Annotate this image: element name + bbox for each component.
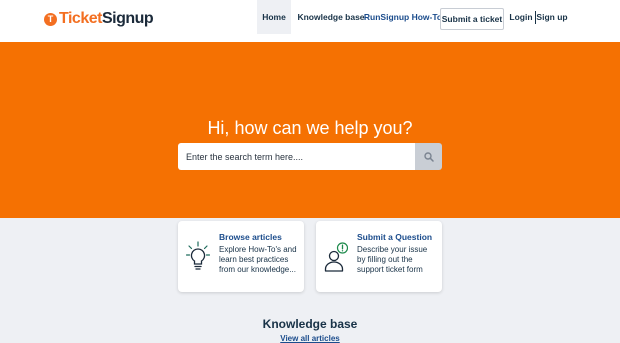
nav-runsignup-howto[interactable]: RunSignup How-To	[364, 0, 442, 34]
nav-knowledge-base[interactable]: Knowledge base	[297, 0, 364, 34]
search-icon	[423, 151, 434, 162]
nav-home[interactable]: Home	[257, 0, 291, 34]
top-navbar: T Ticket Signup Home Knowledge base RunS…	[0, 0, 620, 42]
card-title: Submit a Question	[357, 232, 433, 242]
card-description: Describe your issue by filling out the s…	[357, 245, 428, 274]
signup-link[interactable]: Sign up	[536, 0, 567, 34]
card-title: Browse articles	[219, 232, 282, 242]
search-button[interactable]	[415, 143, 442, 170]
view-all-articles-link[interactable]: View all articles	[0, 334, 620, 343]
search-input[interactable]	[178, 143, 415, 170]
knowledge-base-heading: Knowledge base	[262, 317, 358, 331]
logo-text-signup: Signup	[101, 10, 154, 27]
card-description: Explore How-To's and learn best practice…	[219, 245, 297, 274]
login-link[interactable]: Login	[508, 0, 534, 34]
hero-title: Hi, how can we help you?	[207, 118, 413, 138]
submit-question-card[interactable]: Submit a Question Describe your issue by…	[316, 221, 442, 292]
search-box	[178, 143, 442, 170]
submit-ticket-button[interactable]: Submit a ticket	[440, 8, 504, 30]
person-alert-icon	[324, 242, 348, 272]
lightbulb-icon	[186, 241, 210, 270]
hero-banner: Hi, how can we help you?	[0, 42, 620, 218]
logo-text-ticket: Ticket	[59, 10, 102, 27]
ticketsignup-logo[interactable]: T Ticket Signup	[44, 9, 154, 29]
browse-articles-card[interactable]: Browse articles Explore How-To's and lea…	[178, 221, 304, 292]
logo-mark-icon: T	[44, 12, 57, 26]
